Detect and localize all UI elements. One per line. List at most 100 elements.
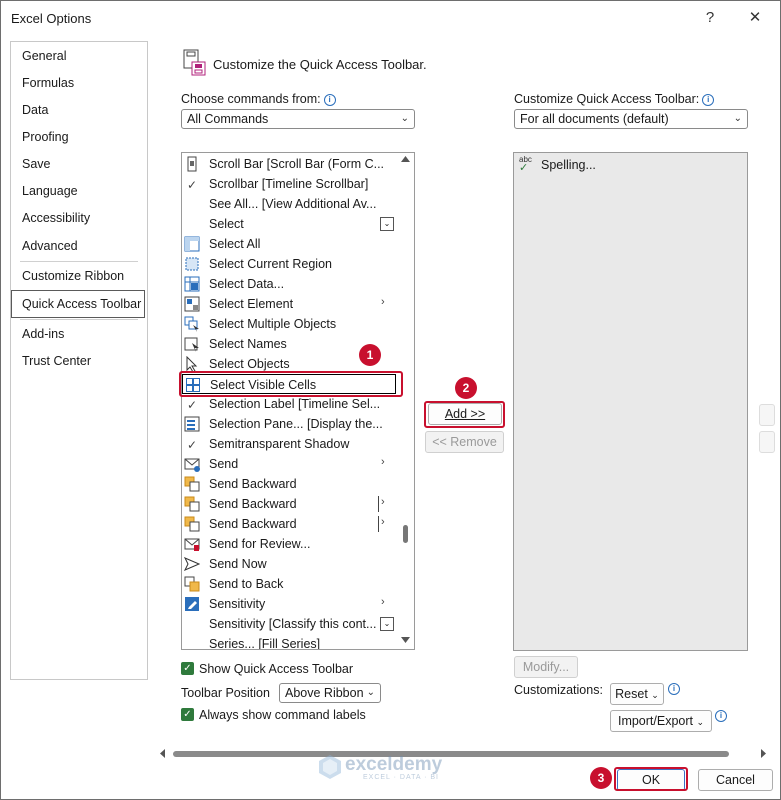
close-button[interactable]: ✕ [741,7,769,29]
list-item[interactable]: abc ✓ Spelling... [514,155,744,175]
command-row[interactable]: Sensitivity › [182,594,396,614]
commands-list[interactable]: Scroll Bar [Scroll Bar (Form C... ✓ Scroll… [181,152,415,650]
chevron-down-icon: ⌄ [733,113,742,124]
watermark-name: exceldemy [345,754,443,775]
nav-item-accessibility[interactable]: Accessibility [22,211,90,225]
split-divider [378,516,379,532]
highlight-box-select-visible-cells [179,371,403,397]
command-row[interactable]: Select Multiple Objects [182,314,396,334]
qat-items-list[interactable]: abc ✓ Spelling... [513,152,748,651]
info-icon[interactable]: i [702,94,715,106]
chevron-right-icon: › [381,496,385,508]
always-show-labels-label: Always show command labels [199,708,366,722]
customize-qat-label: Customize Quick Access Toolbar: i [514,92,715,106]
command-row[interactable]: Selection Pane... [Display the... [182,414,396,434]
command-label: Select Element [209,297,294,311]
command-label: Select Multiple Objects [209,317,337,331]
customize-qat-value: For all documents (default) [520,112,669,126]
command-row[interactable]: Select Element › [182,294,396,314]
scroll-down-arrow-icon [401,637,410,643]
scroll-right-arrow-icon [761,749,766,758]
nav-item-formulas[interactable]: Formulas [22,76,74,90]
help-button[interactable]: ? [696,7,724,29]
options-nav: General Formulas Data Proofing Save Lang… [10,41,148,680]
nav-item-advanced[interactable]: Advanced [22,239,78,253]
command-row[interactable]: Send › [182,454,396,474]
toolbar-position-dropdown[interactable]: Above Ribbon ⌄ [279,683,381,703]
command-row[interactable]: Sensitivity [Classify this cont... ⌄ [182,614,396,634]
command-row[interactable]: See All... [View Additional Av... [182,194,396,214]
command-row[interactable]: Send to Back [182,574,396,594]
nav-item-quick-access-toolbar[interactable]: Quick Access Toolbar [22,297,141,311]
command-label: Send for Review... [209,537,311,551]
toolbar-position-value: Above Ribbon [285,686,364,700]
command-row[interactable]: Select Data... [182,274,396,294]
nav-item-proofing[interactable]: Proofing [22,130,69,144]
command-row[interactable]: ✓ Selection Label [Timeline Sel... [182,394,396,414]
command-label: Send Backward [209,477,297,491]
command-row[interactable]: Series... [Fill Series] [182,634,396,649]
always-show-labels-checkbox[interactable]: ✓ [181,708,194,721]
command-row[interactable]: Scroll Bar [Scroll Bar (Form C... [182,154,396,174]
command-row[interactable]: Send Backward › [182,494,396,514]
command-label: Selection Label [Timeline Sel... [209,397,381,411]
dropdown-box-icon: ⌄ [380,217,394,231]
modify-button[interactable]: Modify... [514,656,578,678]
command-row[interactable]: Select Current Region [182,254,396,274]
check-icon: ✓ [187,178,197,192]
command-row[interactable]: Send Now [182,554,396,574]
title-bar[interactable]: Excel Options ? ✕ [1,1,780,35]
selection-pane-icon [184,416,200,432]
dropdown-box-icon: ⌄ [380,617,394,631]
command-label: Select Current Region [209,257,332,271]
show-qat-checkbox[interactable]: ✓ [181,662,194,675]
command-row[interactable]: ✓ Scrollbar [Timeline Scrollbar] [182,174,396,194]
nav-divider [20,261,138,262]
command-row[interactable]: Select ⌄ [182,214,396,234]
nav-item-data[interactable]: Data [22,103,48,117]
command-label: Send Backward [209,497,297,511]
command-label: Selection Pane... [Display the... [209,417,383,431]
customize-qat-dropdown[interactable]: For all documents (default) ⌄ [514,109,748,129]
info-icon[interactable]: i [715,710,727,722]
nav-item-language[interactable]: Language [22,184,78,198]
command-label: Select Names [209,337,287,351]
commands-list-scrollbar[interactable] [397,153,414,649]
check-icon: ✓ [187,398,197,412]
send-back-icon [184,576,200,592]
import-export-button[interactable]: Import/Export ⌄ [610,710,712,732]
command-row[interactable]: Select All [182,234,396,254]
move-up-button[interactable] [759,404,775,426]
command-row[interactable]: Send Backward › [182,514,396,534]
select-data-icon [184,276,200,292]
command-row[interactable]: Send for Review... [182,534,396,554]
select-all-icon [184,236,200,252]
choose-commands-label: Choose commands from: i [181,92,336,106]
move-down-button[interactable] [759,431,775,453]
command-row[interactable]: Send Backward [182,474,396,494]
split-divider [378,496,379,512]
select-multiple-icon [184,316,199,332]
cancel-button[interactable]: Cancel [698,769,773,791]
nav-item-trust-center[interactable]: Trust Center [22,354,91,368]
nav-item-customize-ribbon[interactable]: Customize Ribbon [22,269,124,283]
nav-item-add-ins[interactable]: Add-ins [22,327,64,341]
info-icon[interactable]: i [668,683,680,695]
sensitivity-icon [185,597,199,611]
remove-button[interactable]: << Remove [425,431,504,453]
nav-item-general[interactable]: General [22,49,66,63]
choose-commands-text: Choose commands from: [181,92,321,106]
scroll-left-arrow-icon [160,749,165,758]
svg-text:✓: ✓ [187,178,197,192]
step-badge-1: 1 [359,344,381,366]
command-label: Scroll Bar [Scroll Bar (Form C... [209,157,385,171]
choose-commands-dropdown[interactable]: All Commands ⌄ [181,109,415,129]
exceldemy-watermark: exceldemy EXCEL · DATA · BI [319,753,469,783]
command-label: Sensitivity [Classify this cont... [209,617,377,631]
nav-item-save[interactable]: Save [22,157,51,171]
chevron-right-icon: › [381,456,385,468]
command-row[interactable]: ✓ Semitransparent Shadow [182,434,396,454]
info-icon[interactable]: i [323,94,336,106]
reset-button[interactable]: Reset ⌄ [610,683,664,705]
command-label: Select [209,217,244,231]
